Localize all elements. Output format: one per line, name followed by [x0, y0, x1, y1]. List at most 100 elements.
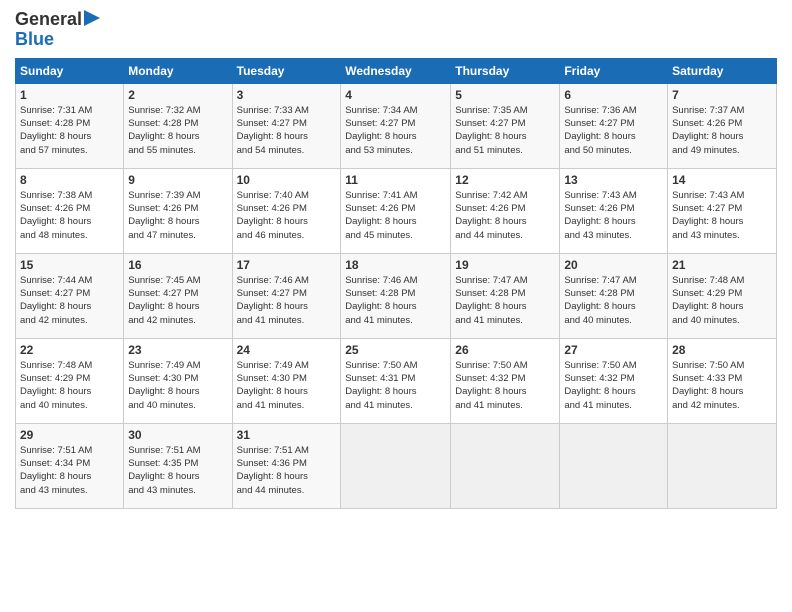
- day-info: Sunrise: 7:34 AMSunset: 4:27 PMDaylight:…: [345, 104, 446, 157]
- calendar-week-5: 29 Sunrise: 7:51 AMSunset: 4:34 PMDaylig…: [16, 423, 777, 508]
- day-info: Sunrise: 7:45 AMSunset: 4:27 PMDaylight:…: [128, 274, 227, 327]
- calendar-cell: 17 Sunrise: 7:46 AMSunset: 4:27 PMDaylig…: [232, 253, 341, 338]
- calendar-cell: 30 Sunrise: 7:51 AMSunset: 4:35 PMDaylig…: [124, 423, 232, 508]
- calendar-cell: 1 Sunrise: 7:31 AMSunset: 4:28 PMDayligh…: [16, 83, 124, 168]
- day-info: Sunrise: 7:50 AMSunset: 4:31 PMDaylight:…: [345, 359, 446, 412]
- calendar-cell: 26 Sunrise: 7:50 AMSunset: 4:32 PMDaylig…: [451, 338, 560, 423]
- calendar-week-2: 8 Sunrise: 7:38 AMSunset: 4:26 PMDayligh…: [16, 168, 777, 253]
- day-number: 24: [237, 343, 337, 357]
- day-number: 2: [128, 88, 227, 102]
- day-number: 23: [128, 343, 227, 357]
- day-info: Sunrise: 7:43 AMSunset: 4:27 PMDaylight:…: [672, 189, 772, 242]
- calendar-cell: 23 Sunrise: 7:49 AMSunset: 4:30 PMDaylig…: [124, 338, 232, 423]
- logo-general: General: [15, 10, 82, 30]
- calendar-cell: 31 Sunrise: 7:51 AMSunset: 4:36 PMDaylig…: [232, 423, 341, 508]
- calendar-week-1: 1 Sunrise: 7:31 AMSunset: 4:28 PMDayligh…: [16, 83, 777, 168]
- calendar-header-row: SundayMondayTuesdayWednesdayThursdayFrid…: [16, 58, 777, 83]
- day-info: Sunrise: 7:51 AMSunset: 4:34 PMDaylight:…: [20, 444, 119, 497]
- calendar-cell: 20 Sunrise: 7:47 AMSunset: 4:28 PMDaylig…: [560, 253, 668, 338]
- calendar-cell: 8 Sunrise: 7:38 AMSunset: 4:26 PMDayligh…: [16, 168, 124, 253]
- calendar-table: SundayMondayTuesdayWednesdayThursdayFrid…: [15, 58, 777, 509]
- calendar-cell: 22 Sunrise: 7:48 AMSunset: 4:29 PMDaylig…: [16, 338, 124, 423]
- weekday-header-saturday: Saturday: [668, 58, 777, 83]
- day-number: 12: [455, 173, 555, 187]
- day-number: 28: [672, 343, 772, 357]
- day-info: Sunrise: 7:43 AMSunset: 4:26 PMDaylight:…: [564, 189, 663, 242]
- calendar-cell: 29 Sunrise: 7:51 AMSunset: 4:34 PMDaylig…: [16, 423, 124, 508]
- day-info: Sunrise: 7:47 AMSunset: 4:28 PMDaylight:…: [455, 274, 555, 327]
- weekday-header-thursday: Thursday: [451, 58, 560, 83]
- logo: General Blue: [15, 10, 100, 50]
- day-info: Sunrise: 7:38 AMSunset: 4:26 PMDaylight:…: [20, 189, 119, 242]
- day-number: 30: [128, 428, 227, 442]
- day-number: 18: [345, 258, 446, 272]
- day-number: 13: [564, 173, 663, 187]
- logo-flag-icon: [84, 10, 100, 30]
- calendar-cell: 10 Sunrise: 7:40 AMSunset: 4:26 PMDaylig…: [232, 168, 341, 253]
- day-info: Sunrise: 7:37 AMSunset: 4:26 PMDaylight:…: [672, 104, 772, 157]
- calendar-cell: [668, 423, 777, 508]
- calendar-cell: 19 Sunrise: 7:47 AMSunset: 4:28 PMDaylig…: [451, 253, 560, 338]
- day-info: Sunrise: 7:36 AMSunset: 4:27 PMDaylight:…: [564, 104, 663, 157]
- day-info: Sunrise: 7:35 AMSunset: 4:27 PMDaylight:…: [455, 104, 555, 157]
- calendar-cell: [341, 423, 451, 508]
- day-info: Sunrise: 7:50 AMSunset: 4:32 PMDaylight:…: [455, 359, 555, 412]
- day-info: Sunrise: 7:32 AMSunset: 4:28 PMDaylight:…: [128, 104, 227, 157]
- day-number: 22: [20, 343, 119, 357]
- day-info: Sunrise: 7:49 AMSunset: 4:30 PMDaylight:…: [237, 359, 337, 412]
- page-header: General Blue: [15, 10, 777, 50]
- calendar-cell: 7 Sunrise: 7:37 AMSunset: 4:26 PMDayligh…: [668, 83, 777, 168]
- day-info: Sunrise: 7:47 AMSunset: 4:28 PMDaylight:…: [564, 274, 663, 327]
- day-number: 20: [564, 258, 663, 272]
- calendar-cell: 13 Sunrise: 7:43 AMSunset: 4:26 PMDaylig…: [560, 168, 668, 253]
- calendar-cell: 11 Sunrise: 7:41 AMSunset: 4:26 PMDaylig…: [341, 168, 451, 253]
- calendar-cell: 9 Sunrise: 7:39 AMSunset: 4:26 PMDayligh…: [124, 168, 232, 253]
- day-info: Sunrise: 7:39 AMSunset: 4:26 PMDaylight:…: [128, 189, 227, 242]
- day-info: Sunrise: 7:46 AMSunset: 4:27 PMDaylight:…: [237, 274, 337, 327]
- day-info: Sunrise: 7:31 AMSunset: 4:28 PMDaylight:…: [20, 104, 119, 157]
- day-number: 15: [20, 258, 119, 272]
- calendar-cell: [560, 423, 668, 508]
- day-number: 4: [345, 88, 446, 102]
- day-info: Sunrise: 7:42 AMSunset: 4:26 PMDaylight:…: [455, 189, 555, 242]
- calendar-cell: 21 Sunrise: 7:48 AMSunset: 4:29 PMDaylig…: [668, 253, 777, 338]
- calendar-cell: 27 Sunrise: 7:50 AMSunset: 4:32 PMDaylig…: [560, 338, 668, 423]
- weekday-header-wednesday: Wednesday: [341, 58, 451, 83]
- calendar-week-4: 22 Sunrise: 7:48 AMSunset: 4:29 PMDaylig…: [16, 338, 777, 423]
- calendar-cell: 6 Sunrise: 7:36 AMSunset: 4:27 PMDayligh…: [560, 83, 668, 168]
- logo-blue: Blue: [15, 29, 54, 49]
- weekday-header-friday: Friday: [560, 58, 668, 83]
- day-info: Sunrise: 7:44 AMSunset: 4:27 PMDaylight:…: [20, 274, 119, 327]
- day-number: 27: [564, 343, 663, 357]
- day-info: Sunrise: 7:49 AMSunset: 4:30 PMDaylight:…: [128, 359, 227, 412]
- calendar-cell: 15 Sunrise: 7:44 AMSunset: 4:27 PMDaylig…: [16, 253, 124, 338]
- day-number: 6: [564, 88, 663, 102]
- day-number: 16: [128, 258, 227, 272]
- day-number: 1: [20, 88, 119, 102]
- day-info: Sunrise: 7:51 AMSunset: 4:35 PMDaylight:…: [128, 444, 227, 497]
- day-info: Sunrise: 7:48 AMSunset: 4:29 PMDaylight:…: [672, 274, 772, 327]
- calendar-cell: 2 Sunrise: 7:32 AMSunset: 4:28 PMDayligh…: [124, 83, 232, 168]
- day-number: 25: [345, 343, 446, 357]
- day-info: Sunrise: 7:33 AMSunset: 4:27 PMDaylight:…: [237, 104, 337, 157]
- day-number: 31: [237, 428, 337, 442]
- calendar-cell: 12 Sunrise: 7:42 AMSunset: 4:26 PMDaylig…: [451, 168, 560, 253]
- day-info: Sunrise: 7:41 AMSunset: 4:26 PMDaylight:…: [345, 189, 446, 242]
- day-info: Sunrise: 7:50 AMSunset: 4:33 PMDaylight:…: [672, 359, 772, 412]
- day-number: 26: [455, 343, 555, 357]
- calendar-cell: 18 Sunrise: 7:46 AMSunset: 4:28 PMDaylig…: [341, 253, 451, 338]
- calendar-cell: 24 Sunrise: 7:49 AMSunset: 4:30 PMDaylig…: [232, 338, 341, 423]
- day-number: 11: [345, 173, 446, 187]
- day-info: Sunrise: 7:40 AMSunset: 4:26 PMDaylight:…: [237, 189, 337, 242]
- day-info: Sunrise: 7:46 AMSunset: 4:28 PMDaylight:…: [345, 274, 446, 327]
- day-info: Sunrise: 7:50 AMSunset: 4:32 PMDaylight:…: [564, 359, 663, 412]
- calendar-cell: 14 Sunrise: 7:43 AMSunset: 4:27 PMDaylig…: [668, 168, 777, 253]
- day-number: 8: [20, 173, 119, 187]
- day-number: 7: [672, 88, 772, 102]
- day-number: 17: [237, 258, 337, 272]
- day-number: 14: [672, 173, 772, 187]
- day-number: 5: [455, 88, 555, 102]
- calendar-cell: 28 Sunrise: 7:50 AMSunset: 4:33 PMDaylig…: [668, 338, 777, 423]
- day-number: 21: [672, 258, 772, 272]
- day-info: Sunrise: 7:51 AMSunset: 4:36 PMDaylight:…: [237, 444, 337, 497]
